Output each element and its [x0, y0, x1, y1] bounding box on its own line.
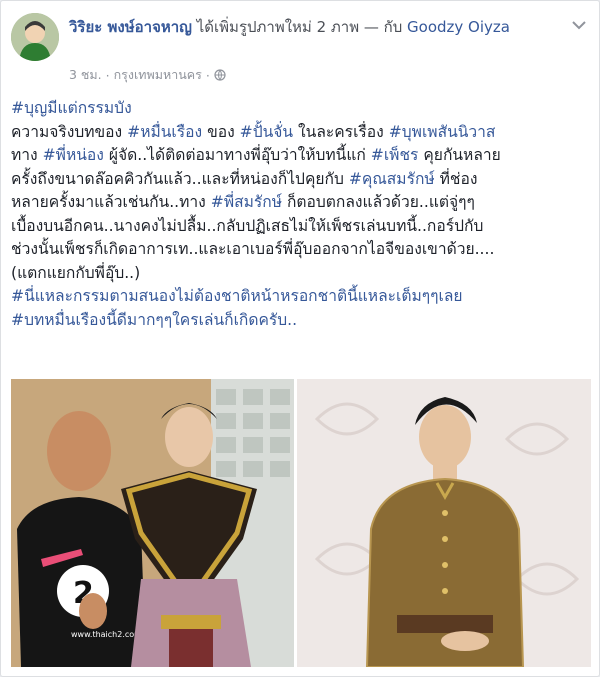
text-line: (แตกแยกกับพี่อุ๊บ..) [11, 263, 141, 282]
hashtag[interactable]: #คุณสมรักษ์ [349, 170, 435, 188]
text-segment: ความจริงบทของ [11, 122, 128, 141]
hashtag[interactable]: #พี่สมรักษ์ [211, 193, 282, 211]
chevron-down-icon[interactable] [569, 17, 589, 33]
hashtag[interactable]: #หมื่นเรือง [127, 123, 202, 141]
photo-left[interactable]: 2 www.thaich2.com [11, 379, 294, 667]
tagged-person[interactable]: Goodzy Oiyza [407, 18, 510, 36]
post-time[interactable]: 3 ชม. [69, 65, 102, 85]
text-line: เบื้องบนอีกคน..นางคงไม่ปลื้ม..กลับปฏิเสธ… [11, 216, 484, 235]
hashtag[interactable]: #เพ็ชร [371, 146, 419, 164]
author-avatar[interactable] [11, 13, 59, 61]
photo-right[interactable] [297, 379, 591, 667]
hashtag[interactable]: #บุญมีแต่กรรมบัง [11, 99, 132, 117]
text-segment: หลายครั้งมาแล้วเช่นกัน..ทาง [11, 193, 211, 211]
post-action: ได้เพิ่มรูปภาพใหม่ 2 ภาพ — กับ [196, 18, 403, 36]
text-segment: ครั้งถึงขนาดล๊อคคิวกันแล้ว..และที่หน่องก… [11, 169, 349, 188]
text-segment: ผู้จัด..ได้ติดต่อมาทางพี่อุ๊บว่าให้บทนี้… [103, 146, 371, 164]
globe-icon[interactable] [214, 69, 226, 81]
text-segment: ก็ตอบตกลงแล้วด้วย..แต่จู่ๆๆ [282, 193, 475, 211]
post-meta: 3 ชม. · กรุงเทพมหานคร · [69, 65, 226, 85]
text-segment: ที่ช่อง [434, 169, 478, 188]
photo-grid: 2 www.thaich2.com [11, 379, 591, 667]
text-segment: คุยกันหลาย [418, 146, 501, 164]
text-segment: ทาง [11, 146, 43, 164]
text-line: ช่วงนั้นเพ็ชรก็เกิดอาการเท..และเอาเบอร์พ… [11, 240, 495, 258]
facebook-post-card: วิริยะ พงษ์อาจหาญ ได้เพิ่มรูปภาพใหม่ 2 ภ… [0, 0, 600, 677]
meta-separator: · [205, 67, 210, 83]
post-body: #บุญมีแต่กรรมบัง ความจริงบทของ #หมื่นเรื… [11, 97, 593, 332]
hashtag[interactable]: #บุพเพสันนิวาส [389, 123, 496, 141]
hashtag[interactable]: #นี่แหละกรรมตามสนองไม่ต้องชาติหน้าหรอกชา… [11, 285, 593, 309]
shirt-url: www.thaich2.com [71, 630, 142, 639]
hashtag[interactable]: #ปั้นจั่น [240, 123, 293, 141]
post-header: วิริยะ พงษ์อาจหาญ ได้เพิ่มรูปภาพใหม่ 2 ภ… [69, 15, 559, 39]
author-name[interactable]: วิริยะ พงษ์อาจหาญ [69, 18, 192, 36]
hashtag[interactable]: #บทหมื่นเรืองนี้ดีมากๆๆใครเล่นก็เกิดครับ… [11, 309, 593, 333]
text-segment: ของ [202, 122, 240, 141]
text-segment: ในละครเรื่อง [293, 122, 389, 141]
meta-separator: · [105, 67, 110, 83]
post-location[interactable]: กรุงเทพมหานคร [114, 65, 202, 85]
hashtag[interactable]: #พี่หน่อง [43, 146, 104, 164]
